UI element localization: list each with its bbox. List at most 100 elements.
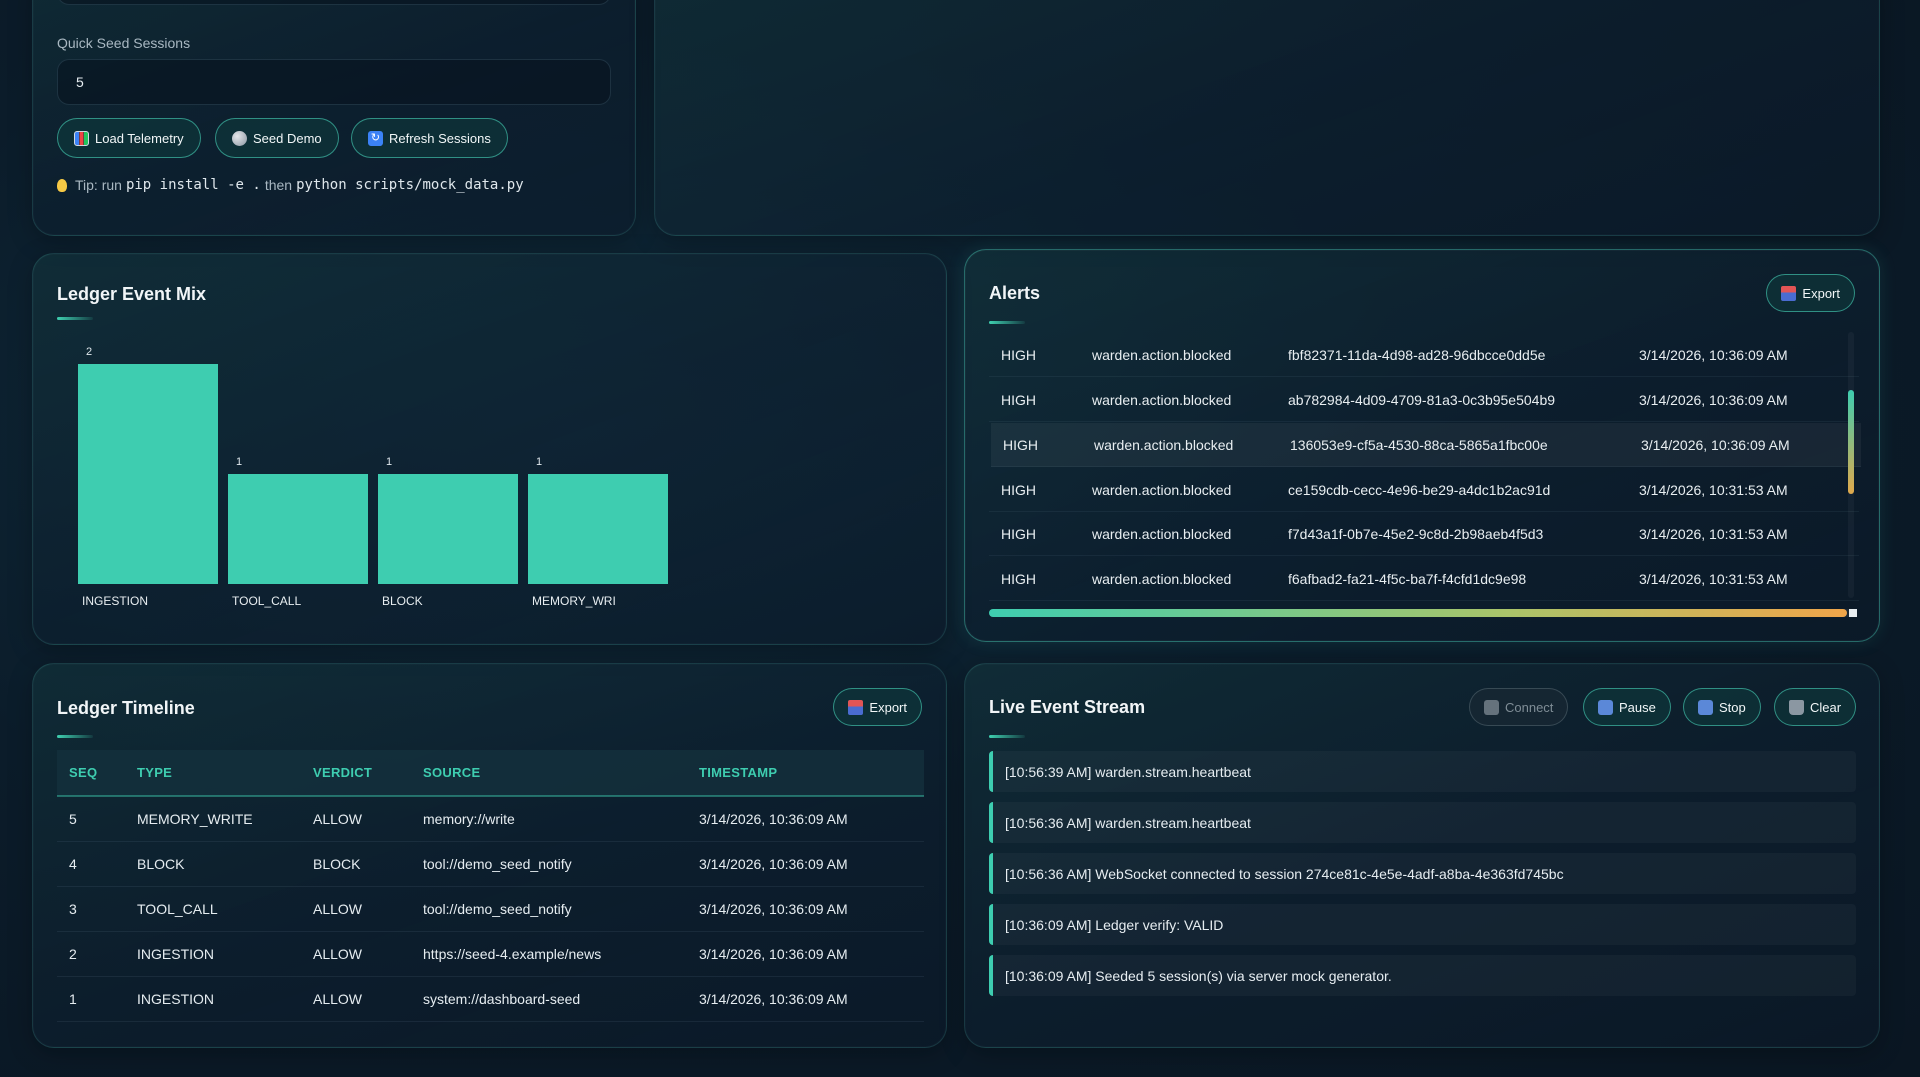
severity-cell: HIGH — [1003, 436, 1038, 453]
quick-seed-label: Quick Seed Sessions — [57, 35, 191, 51]
event-type-cell: warden.action.blocked — [1092, 525, 1232, 542]
alert-time-cell: 3/14/2026, 10:36:09 AM — [1641, 436, 1790, 453]
category-label: MEMORY_WRI — [532, 594, 616, 608]
clear-label: Clear — [1810, 699, 1842, 715]
table-row[interactable]: 1 INGESTION ALLOW system://dashboard-see… — [57, 976, 924, 1022]
severity-cell: HIGH — [1001, 481, 1036, 498]
stop-button[interactable]: Stop — [1683, 688, 1761, 726]
type-cell: TOOL_CALL — [125, 886, 301, 932]
alerts-title: Alerts — [989, 283, 1041, 303]
ledger-timeline-title: Ledger Timeline — [57, 698, 195, 718]
connect-button[interactable]: Connect — [1469, 688, 1569, 726]
export-icon — [1781, 285, 1797, 301]
alert-row[interactable]: HIGH warden.action.blocked ce159cdb-cecc-4… — [989, 468, 1859, 512]
bar-ingestion[interactable] — [78, 364, 218, 584]
verdict-cell: ALLOW — [301, 976, 411, 1022]
alerts-horizontal-scrollbar-thumb[interactable] — [989, 609, 1847, 617]
severity-cell: HIGH — [1001, 391, 1036, 408]
refresh-sessions-button[interactable]: ↻ Refresh Sessions — [351, 118, 508, 158]
live-event-stream-card: Live Event Stream Connect Pause Stop Cle… — [964, 663, 1880, 1048]
seq-cell: 2 — [57, 931, 125, 977]
title-underline — [57, 735, 93, 738]
tip-then: then — [264, 177, 293, 193]
timestamp-cell: 3/14/2026, 10:36:09 AM — [687, 976, 924, 1022]
category-label: BLOCK — [382, 594, 423, 608]
session-id-cell: ce159cdb-cecc-4e96-be29-a4dc1b2ac91d — [1288, 481, 1551, 498]
category-label: INGESTION — [82, 594, 149, 608]
severity-cell: HIGH — [1001, 346, 1036, 363]
title-underline — [989, 735, 1025, 738]
source-cell: system://dashboard-seed — [411, 976, 687, 1022]
load-telemetry-button[interactable]: Load Telemetry — [57, 118, 201, 158]
seed-demo-label: Seed Demo — [253, 130, 322, 146]
pause-button[interactable]: Pause — [1583, 688, 1671, 726]
ledger-timeline-card: Ledger Timeline Export SEQ TYPE VERDICT … — [32, 663, 947, 1048]
refresh-icon: ↻ — [368, 130, 383, 146]
category-label: TOOL_CALL — [232, 594, 302, 608]
stop-icon — [1698, 699, 1713, 715]
log-entry: [10:56:36 AM] warden.stream.heartbeat — [989, 802, 1856, 843]
alerts-vertical-scrollbar[interactable] — [1848, 332, 1854, 598]
verdict-cell: BLOCK — [301, 841, 411, 887]
timeline-export-label: Export — [869, 699, 907, 715]
tip-command-install: pip install -e . — [125, 177, 261, 193]
load-telemetry-label: Load Telemetry — [95, 130, 184, 146]
session-id-field[interactable]: 274ce81c-4e5e-4adf-a8ba-4e363fd745bc — [57, 0, 611, 5]
column-header-source[interactable]: SOURCE — [411, 750, 687, 797]
event-type-cell: warden.action.blocked — [1092, 391, 1232, 408]
verdict-cell: ALLOW — [301, 796, 411, 842]
session-id-cell: f7d43a1f-0b7e-45e2-9c8d-2b98aeb4f5d3 — [1288, 525, 1544, 542]
source-cell: memory://write — [411, 796, 687, 842]
table-row[interactable]: 2 INGESTION ALLOW https://seed-4.example… — [57, 931, 924, 977]
stop-label: Stop — [1719, 699, 1746, 715]
alerts-vertical-scrollbar-thumb[interactable] — [1848, 390, 1854, 494]
column-header-type[interactable]: TYPE — [125, 750, 301, 797]
table-header-row: SEQ TYPE VERDICT SOURCE TIMESTAMP — [57, 750, 924, 797]
bar-block[interactable] — [378, 474, 518, 584]
tip-command-mock: python scripts/mock_data.py — [296, 177, 524, 193]
alert-row[interactable]: HIGH warden.action.blocked f6afbad2-fa21-4… — [989, 557, 1859, 601]
pause-icon — [1598, 699, 1613, 715]
alert-time-cell: 3/14/2026, 10:31:53 AM — [1639, 570, 1788, 587]
table-row[interactable]: 5 MEMORY_WRITE ALLOW memory://write 3/14… — [57, 796, 924, 842]
bar-memory_wri[interactable] — [528, 474, 668, 584]
verdict-cell: ALLOW — [301, 931, 411, 977]
event-type-cell: warden.action.blocked — [1094, 436, 1234, 453]
alerts-card: Alerts Export HIGH warden.action.blocked f… — [964, 249, 1880, 642]
timeline-export-button[interactable]: Export — [833, 688, 922, 726]
column-header-seq[interactable]: SEQ — [57, 750, 125, 797]
column-header-timestamp[interactable]: TIMESTAMP — [687, 750, 924, 797]
lightbulb-icon — [57, 178, 67, 192]
alert-time-cell: 3/14/2026, 10:31:53 AM — [1639, 525, 1788, 542]
alert-row[interactable]: HIGH warden.action.blocked 136053e9-cf5a-4… — [991, 423, 1861, 467]
column-header-verdict[interactable]: VERDICT — [301, 750, 411, 797]
quick-seed-input[interactable]: 5 — [57, 59, 611, 105]
timestamp-cell: 3/14/2026, 10:36:09 AM — [687, 796, 924, 842]
alert-row[interactable]: HIGH warden.action.blocked ab782984-4d09-4… — [989, 378, 1859, 422]
alert-time-cell: 3/14/2026, 10:36:09 AM — [1639, 346, 1788, 363]
log-entry: [10:36:09 AM] Seeded 5 session(s) via se… — [989, 955, 1856, 996]
verdict-cell: ALLOW — [301, 886, 411, 932]
table-row[interactable]: 4 BLOCK BLOCK tool://demo_seed_notify 3/… — [57, 841, 924, 887]
tip-text: Tip: run pip install -e . then python sc… — [57, 177, 524, 193]
bar-tool_call[interactable] — [228, 474, 368, 584]
ledger-event-mix-card: Ledger Event Mix 2 INGESTION 1 TOOL_CALL 1 BL… — [32, 253, 947, 645]
event-type-cell: warden.action.blocked — [1092, 346, 1232, 363]
tip-prefix: Tip: run — [75, 177, 122, 193]
event-type-cell: warden.action.blocked — [1092, 481, 1232, 498]
session-id-cell: ab782984-4d09-4709-81a3-0c3b95e504b9 — [1288, 391, 1556, 408]
alert-row[interactable]: HIGH warden.action.blocked f7d43a1f-0b7e-4… — [989, 512, 1859, 556]
connect-label: Connect — [1505, 699, 1554, 715]
table-row[interactable]: 3 TOOL_CALL ALLOW tool://demo_seed_notif… — [57, 886, 924, 932]
alerts-export-button[interactable]: Export — [1766, 274, 1855, 312]
trash-icon — [1789, 699, 1804, 715]
type-cell: INGESTION — [125, 976, 301, 1022]
play-icon — [1484, 699, 1499, 715]
seed-demo-button[interactable]: Seed Demo — [215, 118, 339, 158]
alerts-horizontal-scrollbar[interactable] — [989, 609, 1857, 617]
clear-button[interactable]: Clear — [1774, 688, 1857, 726]
timestamp-cell: 3/14/2026, 10:36:09 AM — [687, 886, 924, 932]
seq-cell: 5 — [57, 796, 125, 842]
severity-cell: HIGH — [1001, 570, 1036, 587]
alert-row[interactable]: HIGH warden.action.blocked fbf82371-11da-4… — [989, 333, 1859, 377]
